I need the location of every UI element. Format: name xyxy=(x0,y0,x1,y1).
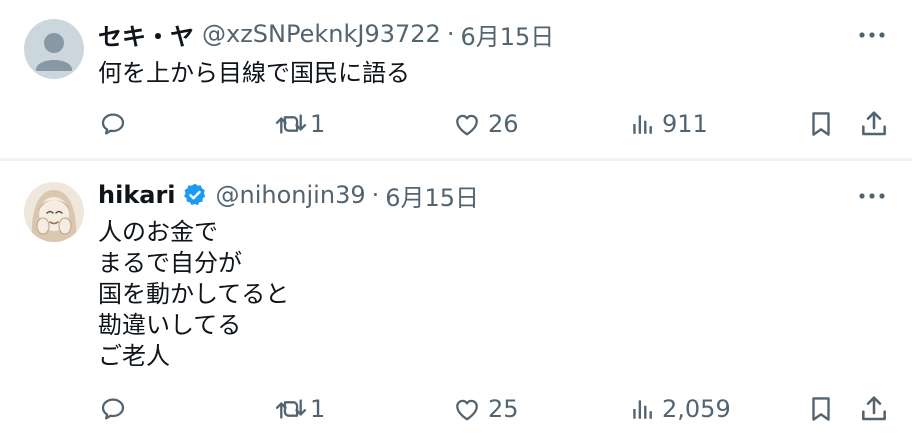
share-icon xyxy=(862,396,886,421)
action-bar: 1 26 911 xyxy=(0,104,912,144)
more-options-button[interactable] xyxy=(854,19,890,51)
views-button[interactable]: 2,059 xyxy=(630,389,731,429)
tweet-header: セキ・ヤ @xzSNPeknkJ93722 · 6月15日 xyxy=(98,17,554,52)
reply-button[interactable] xyxy=(98,104,134,144)
retweet-icon xyxy=(275,399,307,419)
tweet-text: 人のお金で まるで自分が 国を動かしてると 勘違いしてる ご老人 xyxy=(98,218,290,370)
like-count: 25 xyxy=(488,395,519,423)
display-name[interactable]: セキ・ヤ xyxy=(98,17,194,52)
tweet-header: hikari @nihonjin39 · 6月15日 xyxy=(98,178,479,213)
heart-icon xyxy=(456,399,478,421)
handle[interactable]: @nihonjin39 xyxy=(216,181,366,209)
retweet-icon xyxy=(275,114,307,134)
tweet[interactable]: セキ・ヤ @xzSNPeknkJ93722 · 6月15日 何を上から目線で国民… xyxy=(0,0,912,160)
separator-dot: · xyxy=(446,20,455,48)
like-button[interactable]: 25 xyxy=(452,389,519,429)
bookmark-icon xyxy=(812,397,830,421)
handle[interactable]: @xzSNPeknkJ93722 xyxy=(202,20,441,48)
views-chart-icon xyxy=(633,400,652,419)
avatar[interactable] xyxy=(24,182,84,242)
timestamp[interactable]: 6月15日 xyxy=(385,178,479,213)
separator-dot: · xyxy=(371,181,380,209)
retweet-button[interactable]: 1 xyxy=(274,389,325,429)
views-count: 2,059 xyxy=(662,395,731,423)
like-count: 26 xyxy=(488,110,519,138)
share-button[interactable] xyxy=(858,389,890,429)
bookmark-button[interactable] xyxy=(806,104,836,144)
bookmark-button[interactable] xyxy=(806,389,836,429)
user-avatar-illustration-icon xyxy=(24,182,84,242)
share-icon xyxy=(862,111,886,136)
views-button[interactable]: 911 xyxy=(630,104,708,144)
default-avatar-icon xyxy=(24,19,84,79)
action-bar: 1 25 2,059 xyxy=(0,389,912,429)
verified-badge-icon[interactable] xyxy=(182,182,208,208)
heart-icon xyxy=(456,114,478,136)
share-button[interactable] xyxy=(858,104,890,144)
reply-icon xyxy=(101,113,125,135)
retweet-button[interactable]: 1 xyxy=(274,104,325,144)
bookmark-icon xyxy=(812,112,830,136)
timestamp[interactable]: 6月15日 xyxy=(460,17,554,52)
tweet[interactable]: hikari @nihonjin39 · 6月15日 人のお金で まるで自分が … xyxy=(0,161,912,436)
retweet-count: 1 xyxy=(310,395,326,423)
reply-button[interactable] xyxy=(98,389,134,429)
tweet-text: 何を上から目線で国民に語る xyxy=(98,59,410,87)
views-count: 911 xyxy=(662,110,708,138)
more-dots-icon xyxy=(859,32,885,38)
more-dots-icon xyxy=(859,193,885,199)
retweet-count: 1 xyxy=(310,110,326,138)
reply-icon xyxy=(101,398,125,420)
more-options-button[interactable] xyxy=(854,180,890,212)
like-button[interactable]: 26 xyxy=(452,104,519,144)
avatar[interactable] xyxy=(24,19,84,79)
views-chart-icon xyxy=(633,115,652,134)
display-name[interactable]: hikari xyxy=(98,181,176,209)
